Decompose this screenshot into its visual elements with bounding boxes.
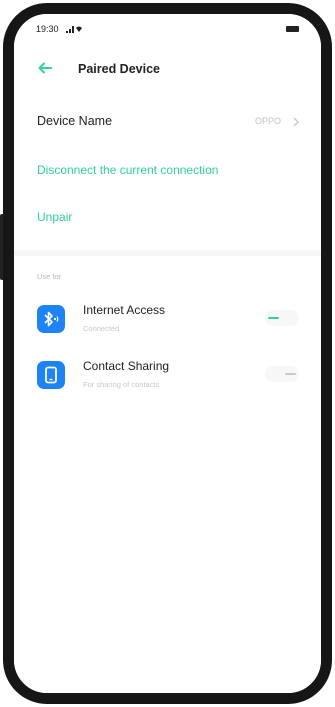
battery-icon [286,26,299,32]
use-for-label: Use for [37,272,62,281]
screen: 19:30 Paired Device Device Name OPPO Dis… [14,14,321,693]
contact-sharing-toggle[interactable] [265,366,299,382]
section-divider [14,250,321,256]
bluetooth-icon [37,305,65,333]
toggle-indicator [268,317,279,319]
back-button[interactable] [34,57,56,79]
contact-sharing-subtitle: For sharing of contacts [83,380,160,389]
toggle-indicator [285,373,296,375]
contact-sharing-row[interactable]: Contact Sharing For sharing of contacts [14,356,321,402]
signal-wifi-icon [66,26,82,33]
unpair-button[interactable]: Unpair [37,210,72,224]
page-title: Paired Device [78,62,160,76]
status-bar: 19:30 [36,23,299,37]
chevron-right-icon [293,117,299,127]
app-bar: Paired Device [14,54,321,86]
status-time: 19:30 [36,24,59,34]
phone-frame: 19:30 Paired Device Device Name OPPO Dis… [3,3,332,704]
phone-icon [37,361,65,389]
device-name-label: Device Name [37,114,113,128]
internet-access-subtitle: Connected [83,324,120,333]
device-name-value: OPPO [254,116,281,126]
disconnect-button[interactable]: Disconnect the current connection [37,163,218,177]
internet-access-toggle[interactable] [265,310,299,326]
back-arrow-icon [38,62,52,74]
device-name-row[interactable]: Device Name OPPO [14,110,321,134]
internet-access-row[interactable]: Internet Access Connected [14,300,321,346]
internet-access-title: Internet Access [83,303,166,317]
contact-sharing-title: Contact Sharing [83,359,170,373]
